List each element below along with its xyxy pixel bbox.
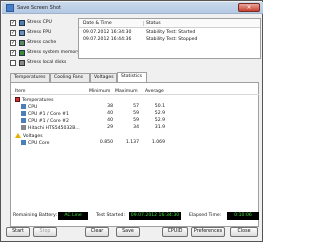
cell-minimum: 0.850 [99, 140, 113, 145]
statistics-panel: Item Minimum Maximum Average Temperature… [10, 82, 259, 227]
fpu-icon [19, 30, 25, 36]
test-started-label: Test Started: [96, 213, 126, 218]
row-name: CPU #1 / Core #1 [28, 112, 69, 117]
close-button[interactable]: Close [230, 227, 258, 237]
cell-status: Stability Test: Started [146, 30, 196, 35]
cpu-icon [19, 20, 25, 26]
tab-temperatures[interactable]: Temperatures [10, 73, 50, 82]
table-row[interactable]: 09.07.2012 16:34:30 Stability Test: Star… [79, 30, 260, 37]
stress-disks-checkbox[interactable]: Stress local disks [10, 59, 94, 68]
statistics-header: Item Minimum Maximum Average [11, 87, 259, 95]
table-row[interactable]: CPU #1 / Core #2 40 59 52.9 [11, 118, 259, 125]
group-voltages: Voltages [11, 133, 259, 140]
table-row[interactable]: Hitachi HTS545032B... 29 34 31.9 [11, 125, 259, 132]
checkbox-label: Stress cache [27, 40, 57, 45]
cell-datetime: 09.07.2012 16:34:30 [83, 30, 132, 35]
checkbox-box[interactable]: ✓ [10, 30, 16, 36]
row-name: Hitachi HTS545032B... [28, 126, 80, 131]
checkbox-label: Stress system memory [27, 50, 80, 55]
stability-test-window: Save Screen Shot × ✓ Stress CPU ✓ Stress… [0, 0, 263, 242]
table-row[interactable]: 09.07.2012 16:44:36 Stability Test: Stop… [79, 37, 260, 44]
column-header-item[interactable]: Item [15, 89, 25, 94]
cell-average: 1.069 [151, 140, 165, 145]
disk-icon [19, 60, 25, 66]
cell-status: Stability Test: Stopped [146, 37, 198, 42]
checkbox-box[interactable] [10, 60, 16, 66]
checkbox-box[interactable]: ✓ [10, 20, 16, 26]
event-log-table: Date & Time Status 09.07.2012 16:34:30 S… [78, 18, 261, 59]
checkbox-box[interactable]: ✓ [10, 50, 16, 56]
cell-maximum: 59 [133, 118, 139, 123]
cache-icon [19, 40, 25, 46]
cell-datetime: 09.07.2012 16:44:36 [83, 37, 132, 42]
cell-minimum: 38 [107, 104, 113, 109]
window-title: Save Screen Shot [17, 5, 62, 11]
battery-label: Remaining Battery: [13, 213, 58, 218]
cpu-icon [21, 118, 26, 123]
cell-average: 31.9 [154, 125, 165, 130]
column-header-datetime[interactable]: Date & Time [83, 21, 112, 26]
cell-average: 50.1 [154, 104, 165, 109]
checkbox-label: Stress local disks [27, 60, 67, 65]
cell-minimum: 40 [107, 111, 113, 116]
table-row[interactable]: CPU Core 0.850 1.137 1.069 [11, 140, 259, 147]
elapsed-time-label: Elapsed Time: [189, 213, 222, 218]
column-header-status[interactable]: Status [143, 21, 161, 26]
table-row[interactable]: CPU 38 57 50.1 [11, 104, 259, 111]
cell-minimum: 40 [107, 118, 113, 123]
window-close-button[interactable]: × [238, 3, 260, 12]
cpuid-button[interactable]: CPUID [162, 227, 188, 237]
cell-minimum: 29 [107, 125, 113, 130]
cpu-icon [21, 111, 26, 116]
group-label: Temperatures [22, 98, 54, 103]
checkbox-label: Stress FPU [27, 30, 52, 35]
cell-maximum: 1.137 [125, 140, 139, 145]
row-name: CPU #1 / Core #2 [28, 119, 69, 124]
warning-icon [15, 133, 21, 138]
cpu-icon [21, 140, 26, 145]
table-row[interactable]: CPU #1 / Core #1 40 59 52.9 [11, 111, 259, 118]
start-button[interactable]: Start [6, 227, 30, 237]
cell-average: 52.9 [154, 118, 165, 123]
cell-maximum: 57 [133, 104, 139, 109]
group-label: Voltages [23, 134, 43, 139]
column-header-minimum[interactable]: Minimum [89, 89, 110, 94]
cell-average: 52.9 [154, 111, 165, 116]
checkbox-box[interactable]: ✓ [10, 40, 16, 46]
tab-statistics[interactable]: Statistics [117, 72, 147, 82]
tab-voltages[interactable]: Voltages [90, 73, 117, 82]
stress-options-panel: ✓ Stress CPU ✓ Stress FPU ✓ Stress cache… [4, 17, 80, 70]
elapsed-time-value: 0:10:06 [227, 212, 259, 220]
hard-disk-icon [21, 125, 26, 130]
test-started-value: 09.07.2012 16:34:30 [129, 212, 181, 220]
save-button[interactable]: Save [116, 227, 140, 237]
clear-button[interactable]: Clear [85, 227, 109, 237]
table-header: Date & Time Status [79, 19, 260, 28]
title-bar: Save Screen Shot × [2, 2, 263, 14]
row-name: CPU [28, 105, 38, 110]
app-icon [6, 4, 14, 12]
cell-maximum: 34 [133, 125, 139, 130]
stop-button[interactable]: Stop [33, 227, 57, 237]
tab-cooling-fans[interactable]: Cooling Fans [50, 73, 90, 82]
group-temperatures: Temperatures [11, 97, 259, 104]
column-header-maximum[interactable]: Maximum [115, 89, 138, 94]
thermometer-icon [15, 97, 20, 102]
cpu-icon [21, 104, 26, 109]
preferences-button[interactable]: Preferences [191, 227, 225, 237]
column-header-average[interactable]: Average [145, 89, 164, 94]
cell-maximum: 59 [133, 111, 139, 116]
battery-value: AC Line [58, 212, 88, 220]
memory-icon [19, 50, 25, 56]
row-name: CPU Core [28, 141, 50, 146]
checkbox-label: Stress CPU [27, 20, 52, 25]
